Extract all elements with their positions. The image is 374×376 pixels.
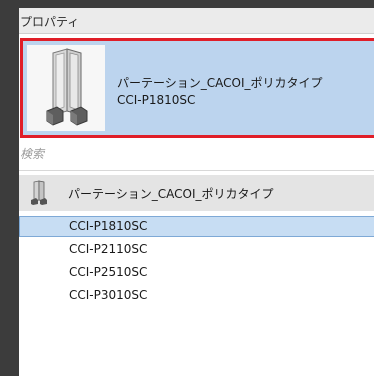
type-selector-dropdown[interactable]: パーテーション_CACOI_ポリカタイプ CCI-P1810SC [20, 38, 374, 138]
selected-type-name: CCI-P1810SC [117, 93, 196, 107]
type-item-label: CCI-P2110SC [69, 242, 148, 256]
type-item-label: CCI-P3010SC [69, 288, 148, 302]
type-item-label: CCI-P2510SC [69, 265, 148, 279]
palette-title: プロパティ [20, 15, 80, 29]
type-list-item[interactable]: CCI-P2510SC [19, 262, 374, 283]
search-input[interactable] [20, 143, 360, 165]
type-list: CCI-P1810SC CCI-P2110SC CCI-P2510SC CCI-… [19, 216, 374, 308]
palette-title-bar[interactable]: プロパティ [19, 8, 374, 34]
selected-family-name: パーテーション_CACOI_ポリカタイプ [117, 76, 323, 90]
left-panel-edge [0, 0, 19, 376]
family-group-label: パーテーション_CACOI_ポリカタイプ [68, 187, 274, 201]
search-row [19, 139, 374, 171]
type-item-label: CCI-P1810SC [69, 219, 148, 233]
family-group-header[interactable]: パーテーション_CACOI_ポリカタイプ [19, 175, 374, 211]
type-list-item[interactable]: CCI-P1810SC [19, 216, 374, 237]
partition-family-icon [26, 180, 52, 206]
type-list-item[interactable]: CCI-P3010SC [19, 285, 374, 306]
partition-thumbnail-icon [27, 45, 105, 131]
properties-palette: プロパティ パーテーション_CACOI_ポリカタイプ CCI-P1810SC 検… [19, 8, 374, 376]
type-list-item[interactable]: CCI-P2110SC [19, 239, 374, 260]
